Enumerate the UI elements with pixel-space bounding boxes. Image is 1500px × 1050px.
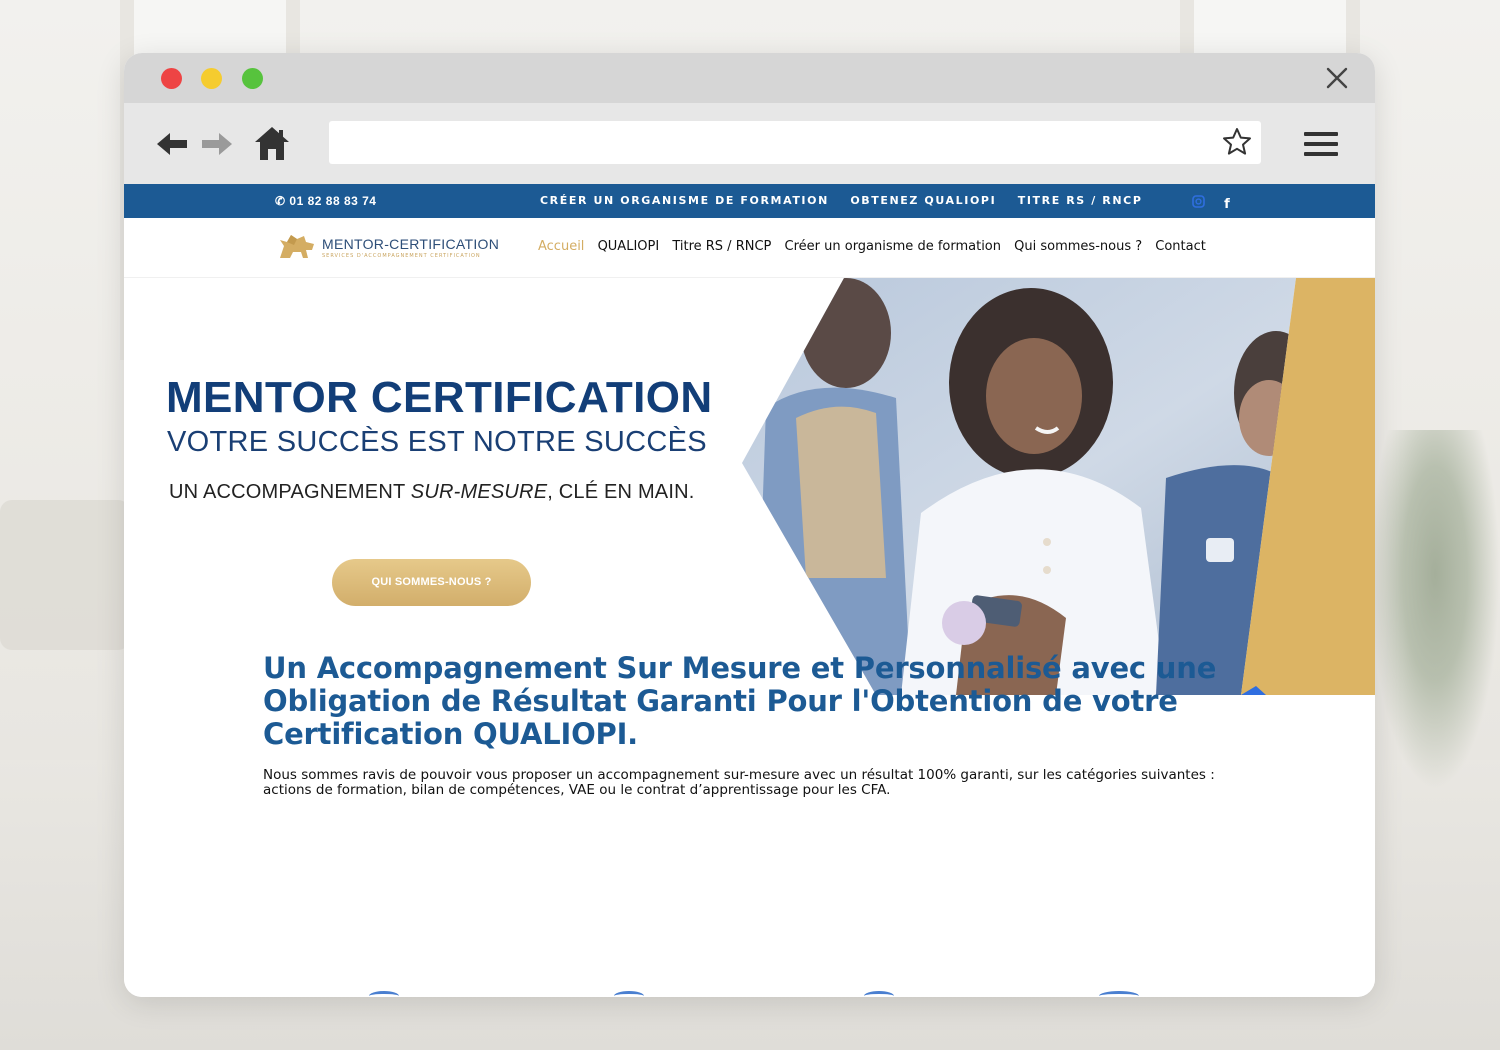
maximize-window-button[interactable] (242, 68, 263, 89)
menu-item-titre[interactable]: Titre RS / RNCP (672, 239, 771, 254)
intro-paragraph: Nous sommes ravis de pouvoir vous propos… (263, 767, 1215, 798)
social-links: f (1192, 193, 1244, 212)
menu-item-accueil[interactable]: Accueil (538, 239, 584, 254)
title-bar (124, 53, 1375, 103)
hero-tagline-start: UN ACCOMPAGNEMENT (169, 481, 411, 503)
feature-icon-partial (1099, 991, 1139, 997)
feature-icon-partial (369, 991, 399, 997)
close-icon[interactable] (1325, 66, 1349, 90)
phone-link[interactable]: ✆ 01 82 88 83 74 (275, 194, 376, 208)
facebook-icon[interactable]: f (1224, 197, 1230, 212)
hero-tagline-end: , CLÉ EN MAIN. (547, 481, 695, 503)
hero-tagline-emphasis: SUR-MESURE (410, 481, 548, 503)
back-arrow-icon[interactable] (154, 127, 190, 161)
feature-icon-partial (614, 991, 644, 997)
background-plant (1370, 430, 1500, 790)
top-link-titre[interactable]: TITRE RS / RNCP (1018, 194, 1143, 207)
logo-tagline: SERVICES D'ACCOMPAGNEMENT CERTIFICATION (322, 252, 481, 259)
browser-window: ✆ 01 82 88 83 74 CRÉER UN ORGANISME DE F… (124, 53, 1375, 997)
hero-subtitle: VOTRE SUCCÈS EST NOTRE SUCCÈS (167, 426, 707, 458)
site-logo[interactable]: MENTOR-CERTIFICATION SERVICES D'ACCOMPAG… (276, 230, 499, 264)
intro-section: Un Accompagnement Sur Mesure et Personna… (263, 652, 1243, 798)
hamburger-menu-icon[interactable] (1304, 130, 1338, 158)
phone-number: 01 82 88 83 74 (289, 194, 377, 208)
minimize-window-button[interactable] (201, 68, 222, 89)
forward-arrow-icon[interactable] (199, 127, 235, 161)
phone-icon: ✆ (275, 194, 286, 208)
hero-tagline: UN ACCOMPAGNEMENT SUR-MESURE, CLÉ EN MAI… (169, 481, 695, 504)
menu-item-contact[interactable]: Contact (1155, 239, 1206, 254)
main-menu: Accueil QUALIOPI Titre RS / RNCP Créer u… (538, 239, 1215, 254)
logo-name: MENTOR-CERTIFICATION (322, 235, 500, 252)
close-window-button[interactable] (161, 68, 182, 89)
browser-toolbar (124, 103, 1375, 184)
hero-section: MENTOR CERTIFICATION VOTRE SUCCÈS EST NO… (124, 278, 1375, 695)
hero-photo (742, 278, 1375, 695)
qui-sommes-nous-button[interactable]: QUI SOMMES-NOUS ? (332, 559, 531, 606)
top-link-creer[interactable]: CRÉER UN ORGANISME DE FORMATION (540, 194, 829, 207)
intro-heading: Un Accompagnement Sur Mesure et Personna… (263, 651, 1217, 751)
top-link-qualiopi[interactable]: OBTENEZ QUALIOPI (850, 194, 996, 207)
lion-logo-icon (280, 235, 314, 258)
address-bar[interactable] (329, 121, 1261, 164)
page-viewport: ✆ 01 82 88 83 74 CRÉER UN ORGANISME DE F… (124, 184, 1375, 997)
menu-item-creer[interactable]: Créer un organisme de formation (785, 239, 1002, 254)
top-links: CRÉER UN ORGANISME DE FORMATION OBTENEZ … (540, 194, 1159, 207)
feature-icon-partial (864, 991, 894, 997)
home-icon[interactable] (253, 124, 291, 162)
url-input[interactable] (341, 129, 1201, 157)
bookmark-star-icon[interactable] (1221, 126, 1253, 158)
menu-item-qualiopi[interactable]: QUALIOPI (598, 239, 660, 254)
background-sofa (0, 500, 130, 650)
site-navigation: MENTOR-CERTIFICATION SERVICES D'ACCOMPAG… (124, 218, 1375, 278)
instagram-icon[interactable] (1192, 195, 1205, 212)
site-top-bar: ✆ 01 82 88 83 74 CRÉER UN ORGANISME DE F… (124, 184, 1375, 218)
menu-item-qui-sommes-nous[interactable]: Qui sommes-nous ? (1014, 239, 1142, 254)
hero-title: MENTOR CERTIFICATION (166, 373, 713, 422)
